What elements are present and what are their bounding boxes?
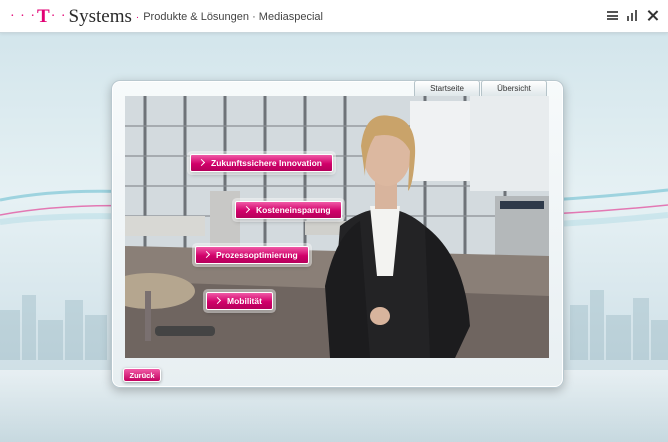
chevron-right-icon (242, 205, 251, 214)
hotspot-label: Kosteneinsparung (256, 205, 331, 215)
logo-systems: Systems (68, 6, 132, 27)
menu-icon[interactable] (607, 10, 618, 21)
hotspot-zukunftssichere-innovation[interactable]: Zukunftssichere Innovation (190, 154, 333, 172)
chart-icon[interactable] (627, 10, 638, 21)
back-button[interactable]: Zurück (123, 368, 161, 382)
close-icon[interactable] (647, 10, 658, 21)
hotspot-label: Mobilität (227, 296, 262, 306)
tab-uebersicht[interactable]: Übersicht (481, 80, 547, 96)
hotspot-mobilitaet[interactable]: Mobilität (206, 292, 273, 310)
tab-startseite[interactable]: Startseite (414, 80, 480, 96)
office-illustration (125, 96, 549, 358)
hotspot-label: Prozessoptimierung (216, 250, 298, 260)
chevron-right-icon (213, 296, 222, 305)
office-scene: Zukunftssichere Innovation Kosteneinspar… (125, 96, 549, 358)
chevron-right-icon (197, 158, 206, 167)
tab-bar: Startseite Übersicht (414, 80, 547, 96)
t-systems-logo: · · · T · · Systems · Produkte & Lösunge… (10, 6, 323, 27)
logo-separator: · (135, 11, 140, 23)
hotspot-prozessoptimierung[interactable]: Prozessoptimierung (195, 246, 309, 264)
page-subtitle: Produkte & Lösungen · Mediaspecial (143, 11, 323, 23)
hotspot-label: Zukunftssichere Innovation (211, 158, 322, 168)
chevron-right-icon (202, 250, 211, 259)
logo-dots: · · · (10, 9, 36, 24)
logo-dots-right: · · (50, 9, 67, 24)
logo-t: T (37, 6, 50, 27)
top-bar: · · · T · · Systems · Produkte & Lösunge… (0, 0, 668, 33)
hotspot-kosteneinsparung[interactable]: Kosteneinsparung (235, 201, 342, 219)
